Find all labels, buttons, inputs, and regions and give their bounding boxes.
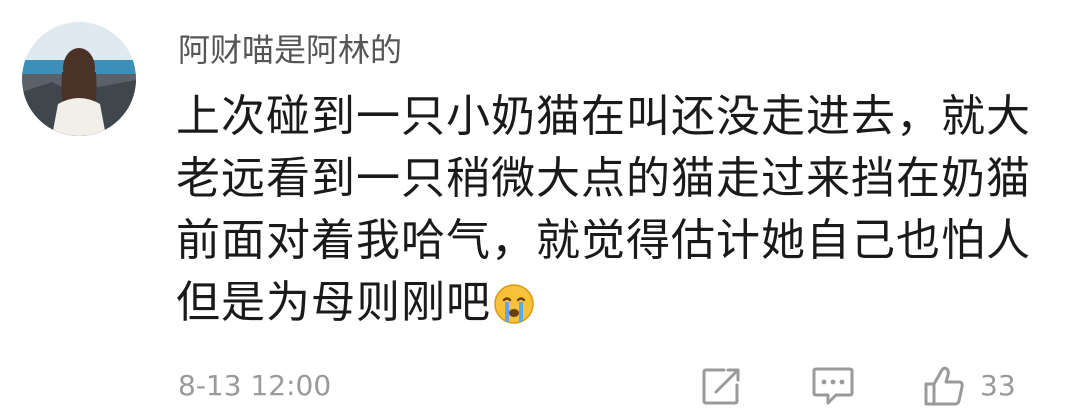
like-count: 33: [980, 369, 1016, 402]
comment-icon: [812, 367, 854, 405]
like-button[interactable]: 33: [922, 364, 1042, 408]
avatar-image: [22, 22, 136, 136]
share-icon: [702, 368, 740, 405]
share-button[interactable]: [700, 364, 744, 408]
comment-line-last: 但是为母则刚吧: [176, 272, 1046, 334]
reply-button[interactable]: [810, 364, 858, 408]
thumbs-up-icon: [924, 366, 964, 406]
comment-line: 前面对着我哈气，就觉得估计她自己也怕人: [176, 215, 1031, 266]
crying-face-emoji-icon: [493, 280, 535, 324]
comment-card: 阿财喵是阿林的 上次碰到一只小奶猫在叫还没走进去，就大 老远看到一只稍微大点的猫…: [0, 0, 1065, 412]
comment-line-text: 但是为母则刚吧: [176, 277, 491, 328]
comment-footer: 8-13 12:00 33: [0, 356, 1065, 412]
username[interactable]: 阿财喵是阿林的: [178, 28, 402, 72]
comment-line: 老远看到一只稍微大点的猫走过来挡在奶猫: [176, 153, 1031, 204]
avatar[interactable]: [22, 22, 136, 136]
timestamp: 8-13 12:00: [178, 369, 332, 402]
comment-line: 上次碰到一只小奶猫在叫还没走进去，就大: [176, 91, 1031, 142]
comment-body: 上次碰到一只小奶猫在叫还没走进去，就大 老远看到一只稍微大点的猫走过来挡在奶猫 …: [176, 86, 1046, 334]
